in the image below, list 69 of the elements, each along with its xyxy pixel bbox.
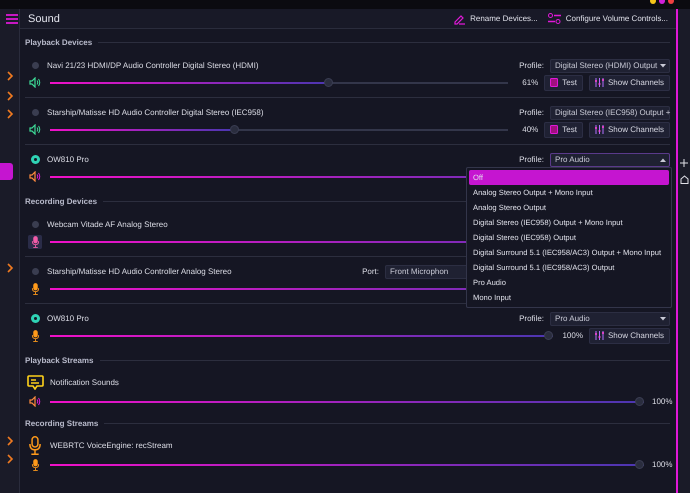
device-name: Starship/Matisse HD Audio Controller Analog Stereo <box>47 267 232 276</box>
speaker-box-icon <box>550 78 558 87</box>
stream-name: WEBRTC VoiceEngine: recStream <box>50 440 173 450</box>
speaker-box-icon <box>550 125 558 134</box>
chevron-icon[interactable] <box>6 436 14 446</box>
speaker-icon[interactable] <box>29 171 41 182</box>
chevron-icon[interactable] <box>6 454 14 464</box>
volume-reading: 100% <box>561 331 583 340</box>
pencil-icon <box>453 12 466 24</box>
sliders-icon <box>594 78 604 87</box>
chevron-icon[interactable] <box>6 263 14 273</box>
speaker-icon[interactable] <box>29 396 41 407</box>
show-channels-button[interactable]: Show Channels <box>588 74 670 90</box>
volume-slider[interactable] <box>50 397 644 406</box>
profile-dropdown[interactable]: Pro Audio <box>550 312 670 326</box>
microphone-icon[interactable] <box>30 282 40 294</box>
microphone-icon[interactable] <box>30 236 40 248</box>
sliders-icon <box>594 331 604 340</box>
selector-label: Profile: <box>519 155 544 164</box>
volume-reading: 100% <box>652 460 670 469</box>
stream-name: Notification Sounds <box>50 378 119 386</box>
selector-label: Port: <box>362 267 379 276</box>
chevron-icon[interactable] <box>6 71 14 81</box>
settings-icon <box>548 13 561 24</box>
section-title: Playback Devices <box>25 38 92 46</box>
section-title: Playback Streams <box>25 356 94 364</box>
sliders-icon <box>594 125 604 134</box>
device-name: OW810 Pro <box>47 314 89 323</box>
configure-volume-controls-button[interactable]: Configure Volume Controls... <box>548 13 668 24</box>
device-name: Navi 21/23 HDMI/DP Audio Controller Digital Stereo (HDMI) <box>47 61 258 70</box>
speaker-icon[interactable] <box>29 77 41 88</box>
selector-label: Profile: <box>519 61 544 70</box>
volume-reading: 61% <box>521 78 538 87</box>
volume-slider[interactable] <box>50 460 644 469</box>
home-icon[interactable] <box>680 175 688 184</box>
caret-icon <box>660 158 666 162</box>
volume-slider[interactable] <box>50 331 553 340</box>
microphone-icon <box>27 436 43 454</box>
default-indicator[interactable] <box>32 156 39 163</box>
chevron-icon[interactable] <box>6 109 14 119</box>
section-title: Recording Streams <box>25 418 98 428</box>
volume-slider[interactable] <box>50 125 508 134</box>
rename-devices-button[interactable]: Rename Devices... <box>453 12 538 24</box>
device-name: Webcam Vitade AF Analog Stereo <box>47 220 168 229</box>
caret-icon <box>660 316 666 320</box>
plus-icon[interactable] <box>680 159 688 167</box>
chevron-icon[interactable] <box>6 91 14 101</box>
volume-reading: 100% <box>652 397 670 406</box>
volume-reading: 40% <box>521 125 538 134</box>
volume-slider[interactable] <box>50 78 508 87</box>
speaker-icon[interactable] <box>29 124 41 135</box>
menu-icon[interactable] <box>6 14 18 24</box>
profile-dropdown[interactable]: Digital Stereo (IEC958) Output + <box>550 106 670 120</box>
device-name: OW810 Pro <box>47 155 89 164</box>
window-title: Sound <box>28 12 60 24</box>
section-title: Recording Devices <box>25 196 98 206</box>
device-name: Starship/Matisse HD Audio Controller Digital Stereo (IEC958) <box>47 108 264 117</box>
show-channels-button[interactable]: Show Channels <box>588 328 670 344</box>
message-icon <box>26 374 44 390</box>
default-indicator[interactable] <box>32 315 39 322</box>
test-button[interactable]: Test <box>544 74 583 90</box>
microphone-icon[interactable] <box>30 330 40 342</box>
selector-label: Profile: <box>519 314 544 323</box>
caret-icon <box>660 64 666 68</box>
selector-label: Profile: <box>519 108 544 117</box>
profile-dropdown[interactable]: Digital Stereo (HDMI) Output <box>550 58 670 72</box>
show-channels-button[interactable]: Show Channels <box>588 122 670 138</box>
microphone-icon[interactable] <box>30 458 40 470</box>
test-button[interactable]: Test <box>544 122 583 138</box>
